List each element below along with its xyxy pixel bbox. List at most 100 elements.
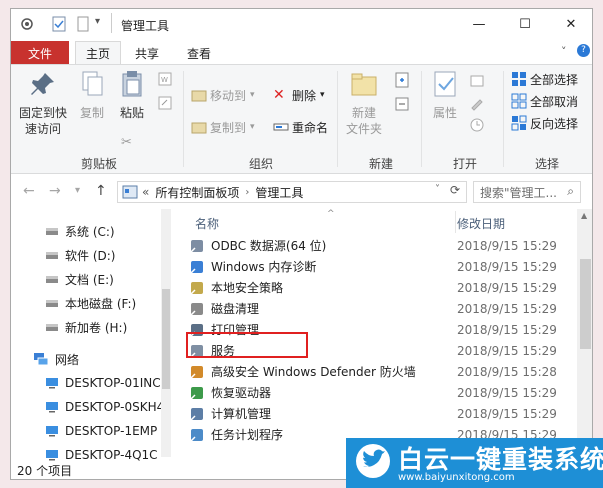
nav-pane-scrollbar[interactable]	[161, 209, 171, 457]
services-highlight-box	[186, 332, 308, 358]
file-date: 2018/9/15 15:29	[457, 259, 557, 274]
history-icon[interactable]	[469, 117, 485, 133]
cut-icon[interactable]: ✂	[121, 135, 132, 150]
copy-to-label: 复制到	[210, 120, 247, 135]
copy-to-button[interactable]: 复制到 ▾	[191, 117, 255, 137]
watermark-brand: 白云一键重装系统	[398, 445, 603, 474]
rename-button[interactable]: 重命名	[273, 117, 328, 137]
forward-arrow-icon[interactable]: →	[49, 183, 61, 199]
svg-text:W: W	[161, 76, 168, 84]
delete-icon: ✕	[273, 87, 285, 103]
address-dropdown-icon[interactable]: ˅	[435, 184, 440, 195]
file-row[interactable]: 恢复驱动器 2018/9/15 15:29	[189, 382, 581, 403]
refresh-icon[interactable]: ⟳	[450, 183, 460, 197]
scroll-up-icon[interactable]: ▲	[581, 211, 587, 220]
file-row[interactable]: 高级安全 Windows Defender 防火墙 2018/9/15 15:28	[189, 361, 581, 382]
file-row[interactable]: 计算机管理 2018/9/15 15:29	[189, 403, 581, 424]
file-date: 2018/9/15 15:29	[457, 322, 557, 337]
paste-button[interactable]: 粘贴	[115, 69, 149, 121]
minimize-button[interactable]: —	[456, 9, 502, 39]
file-list-scrollbar[interactable]: ▲	[577, 209, 592, 457]
nav-item[interactable]: 文档 (E:)	[45, 269, 114, 289]
nav-item[interactable]: DESKTOP-01INC	[45, 373, 161, 393]
address-bar[interactable]: « 所有控制面板项 › 管理工具 ˅ ⟳	[117, 181, 467, 203]
properties-button[interactable]: 属性	[425, 69, 465, 121]
delete-dropdown-icon: ▾	[320, 90, 325, 100]
nav-item[interactable]: 软件 (D:)	[45, 245, 115, 265]
nav-item[interactable]: 系统 (C:)	[45, 221, 115, 241]
select-none-label: 全部取消	[530, 94, 579, 109]
explorer-window: ▾ 管理工具 — ☐ ✕ 文件 主页 共享 查看 ˅ ? 固定到快 速访问 复制	[10, 8, 593, 480]
drive-icon	[45, 273, 59, 285]
properties-quick-icon[interactable]	[51, 16, 67, 32]
list-scroll-thumb[interactable]	[580, 259, 591, 349]
quick-access-dropdown-icon[interactable]: ▾	[95, 16, 100, 27]
nav-item[interactable]: 网络	[33, 349, 79, 369]
column-header-modified[interactable]: 修改日期	[457, 215, 505, 232]
file-row[interactable]: 磁盘清理 2018/9/15 15:29	[189, 298, 581, 319]
ribbon-expand-icon[interactable]: ˅	[561, 45, 567, 58]
invert-selection-button[interactable]: 反向选择	[511, 113, 578, 133]
column-header-name[interactable]: 名称	[195, 215, 219, 232]
select-none-button[interactable]: 全部取消	[511, 91, 578, 111]
edit-icon[interactable]	[469, 95, 485, 111]
nav-item[interactable]: DESKTOP-0SKH4	[45, 397, 164, 417]
up-arrow-icon[interactable]: ↑	[95, 183, 107, 199]
group-separator	[183, 71, 184, 167]
breadcrumb-all-control-panel[interactable]: 所有控制面板项	[155, 184, 239, 201]
copy-button[interactable]: 复制	[75, 69, 109, 121]
new-folder-quick-icon[interactable]	[75, 16, 91, 32]
copy-path-icon[interactable]: W	[157, 71, 173, 87]
paste-shortcut-icon[interactable]	[157, 95, 173, 111]
nav-item[interactable]: 本地磁盘 (F:)	[45, 293, 136, 313]
tab-view[interactable]: 查看	[177, 41, 221, 65]
nav-item[interactable]: DESKTOP-1EMP	[45, 421, 157, 441]
paste-icon	[122, 71, 142, 97]
copy-label: 复制	[79, 106, 104, 120]
nav-scroll-thumb[interactable]	[162, 289, 170, 389]
computer-icon	[45, 425, 59, 437]
system-menu-icon[interactable]	[19, 16, 35, 32]
close-button[interactable]: ✕	[548, 9, 592, 39]
nav-item[interactable]: 新加卷 (H:)	[45, 317, 127, 337]
network-icon	[33, 352, 49, 366]
back-arrow-icon[interactable]: ←	[23, 183, 35, 199]
search-input[interactable]: 搜索"管理工... ⌕	[473, 181, 581, 203]
open-icon[interactable]	[469, 73, 485, 89]
tab-share[interactable]: 共享	[125, 41, 169, 65]
maximize-button[interactable]: ☐	[502, 9, 548, 39]
organize-group-label: 组织	[248, 157, 273, 171]
easy-access-icon[interactable]	[393, 95, 411, 113]
pin-icon	[31, 73, 54, 95]
tab-file[interactable]: 文件	[11, 41, 69, 65]
shortcut-icon	[189, 280, 205, 296]
file-row[interactable]: 本地安全策略 2018/9/15 15:29	[189, 277, 581, 298]
breadcrumb-admin-tools[interactable]: 管理工具	[255, 184, 303, 201]
computer-icon	[45, 401, 59, 413]
properties-icon	[434, 71, 456, 97]
control-panel-icon	[122, 185, 138, 199]
file-date: 2018/9/15 15:29	[457, 238, 557, 253]
nav-item-label: 软件 (D:)	[65, 248, 116, 263]
pin-quick-access-button[interactable]: 固定到快 速访问	[17, 69, 69, 137]
select-none-icon	[511, 93, 527, 109]
address-row: ← → ▾ ↑ « 所有控制面板项 › 管理工具 ˅ ⟳ 搜索"管理工... ⌕	[11, 179, 592, 205]
breadcrumb-chevron-icon[interactable]: ›	[245, 187, 249, 198]
new-item-icon[interactable]	[393, 71, 411, 89]
breadcrumb-overflow[interactable]: «	[142, 185, 149, 199]
copy-to-dropdown-icon: ▾	[250, 122, 255, 132]
move-to-button[interactable]: 移动到 ▾	[191, 85, 255, 105]
help-icon[interactable]: ?	[577, 44, 590, 57]
column-divider[interactable]	[455, 211, 456, 233]
select-all-button[interactable]: 全部选择	[511, 69, 578, 89]
file-row[interactable]: Windows 内存诊断 2018/9/15 15:29	[189, 256, 581, 277]
file-row[interactable]: ODBC 数据源(64 位) 2018/9/15 15:29	[189, 235, 581, 256]
drive-icon	[45, 297, 59, 309]
recent-dropdown-icon[interactable]: ▾	[75, 185, 80, 196]
delete-button[interactable]: ✕ 删除 ▾	[273, 85, 325, 105]
group-separator	[337, 71, 338, 167]
nav-item-label: DESKTOP-0SKH4	[65, 400, 165, 414]
file-name: 计算机管理	[211, 407, 272, 421]
new-folder-button[interactable]: 新建 文件夹	[341, 69, 387, 137]
tab-home[interactable]: 主页	[75, 41, 122, 65]
